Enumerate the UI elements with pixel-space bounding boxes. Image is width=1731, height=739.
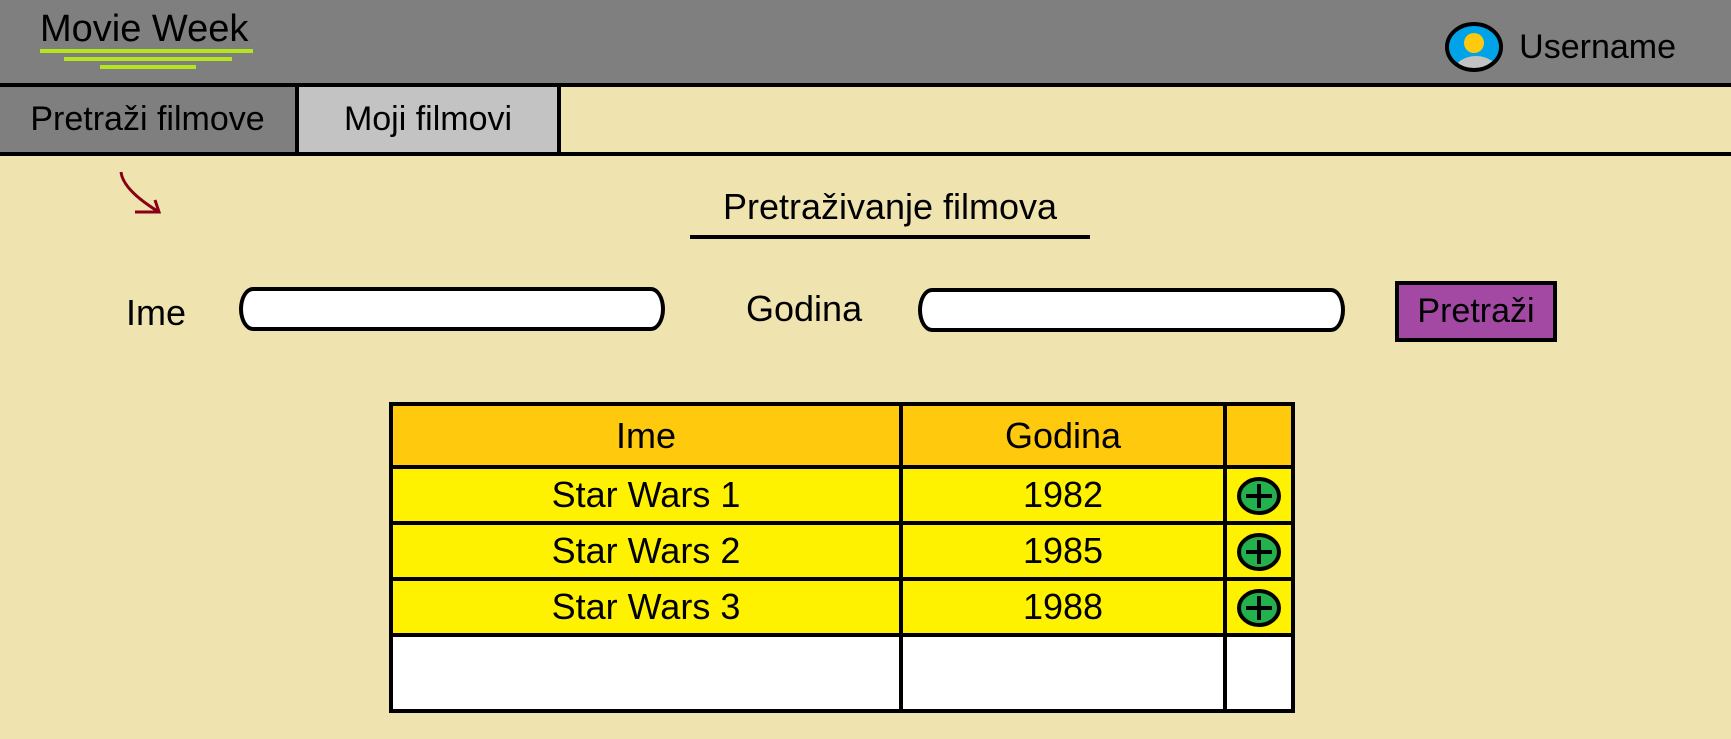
add-icon[interactable]: [1235, 531, 1283, 573]
movie-name-cell: Star Wars 1: [389, 465, 903, 525]
tab-bar: Pretraži filmove Moji filmovi: [0, 87, 1731, 156]
table-header-row: Ime Godina: [389, 402, 1295, 469]
empty-cell: [389, 633, 903, 713]
app-header: Movie Week Username: [0, 0, 1731, 87]
movie-name-cell: Star Wars 3: [389, 577, 903, 637]
tab-search-movies[interactable]: Pretraži filmove: [0, 87, 299, 152]
title-underline: [690, 235, 1090, 239]
movie-year-cell: 1982: [899, 465, 1227, 525]
empty-cell: [899, 633, 1227, 713]
tab-my-movies[interactable]: Moji filmovi: [299, 87, 561, 152]
hand-drawn-arrow-icon: [119, 171, 162, 214]
column-header-year: Godina: [899, 402, 1227, 469]
year-label: Godina: [746, 288, 863, 329]
column-header-name: Ime: [389, 402, 903, 469]
year-input[interactable]: [918, 288, 1345, 332]
logo-underline-decoration: [40, 49, 253, 69]
add-icon[interactable]: [1235, 587, 1283, 629]
empty-cell: [1223, 633, 1295, 713]
add-movie-cell: [1223, 577, 1295, 637]
table-row: Star Wars 1 1982: [389, 465, 1295, 525]
column-header-action: [1223, 402, 1295, 469]
app-logo-title[interactable]: Movie Week: [40, 8, 248, 51]
movie-name-cell: Star Wars 2: [389, 521, 903, 581]
add-movie-cell: [1223, 465, 1295, 525]
username-label: Username: [1519, 27, 1676, 66]
user-menu[interactable]: Username: [1443, 20, 1676, 74]
user-avatar-icon: [1445, 22, 1504, 72]
name-label: Ime: [126, 292, 187, 333]
table-row: Star Wars 3 1988: [389, 577, 1295, 637]
movie-year-cell: 1988: [899, 577, 1227, 637]
add-icon[interactable]: [1235, 475, 1283, 517]
search-button[interactable]: Pretraži: [1395, 281, 1557, 342]
movies-table: Ime Godina Star Wars 1 1982 Star Wars 2 …: [389, 402, 1295, 713]
page-title: Pretraživanje filmova: [722, 186, 1058, 227]
name-input[interactable]: [239, 287, 665, 331]
table-row: Star Wars 2 1985: [389, 521, 1295, 581]
table-row-empty: [389, 633, 1295, 713]
movie-year-cell: 1985: [899, 521, 1227, 581]
add-movie-cell: [1223, 521, 1295, 581]
